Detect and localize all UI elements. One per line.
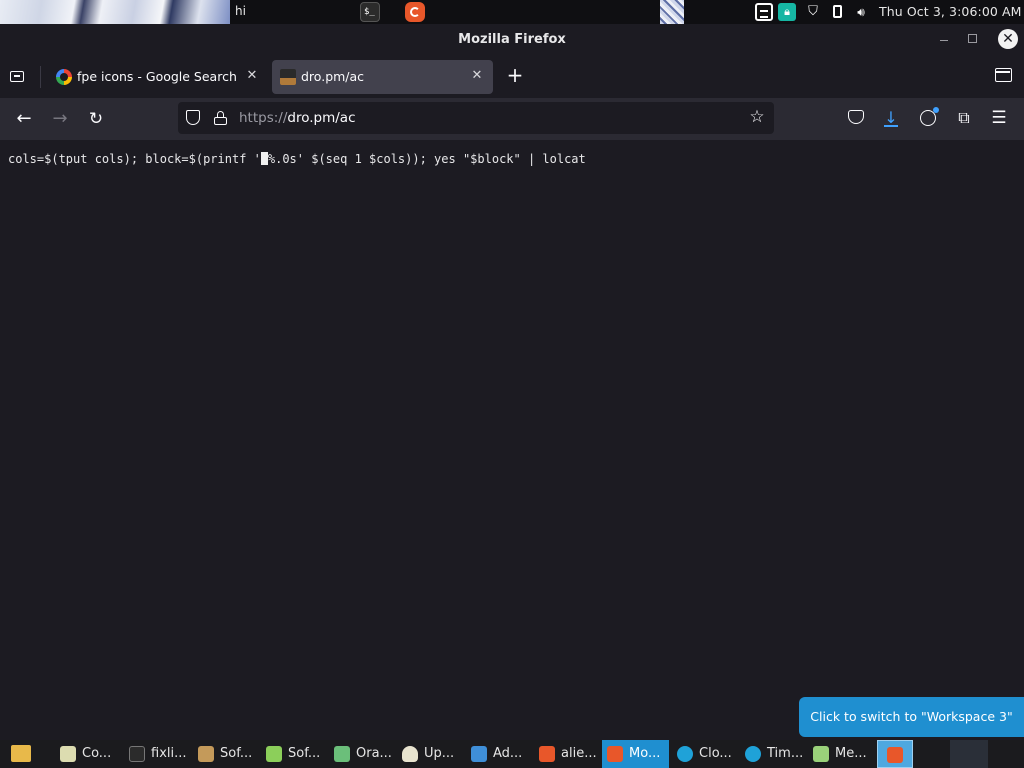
terminal-launcher-icon[interactable]: $_ — [360, 2, 380, 22]
extensions-icon[interactable]: ⧉ — [954, 108, 974, 128]
firefox-launcher-icon[interactable] — [405, 2, 425, 22]
workspace-tooltip: Click to switch to "Workspace 3" — [799, 697, 1024, 737]
taskbar-item[interactable]: Sof... — [193, 740, 257, 768]
taskbar-item-label: Mo... — [629, 746, 661, 761]
url-scheme: https:// — [239, 110, 288, 126]
taskbar-item-label: fixli... — [151, 746, 187, 761]
taskbar-item-label: alie... — [561, 746, 597, 761]
list-all-tabs-icon[interactable] — [995, 68, 1012, 82]
taskbar-item[interactable]: Sof... — [261, 740, 325, 768]
folder-icon — [11, 745, 31, 762]
url-bar[interactable]: https://dro.pm/ac ☆ — [178, 102, 774, 134]
firefox-icon — [887, 747, 903, 763]
taskbar-item-label: Clo... — [699, 746, 732, 761]
screen-share-icon[interactable] — [755, 3, 773, 21]
taskbar-item[interactable]: alie... — [534, 740, 598, 768]
tab-dropm[interactable]: dro.pm/ac ✕ — [272, 60, 493, 94]
taskbar-item[interactable]: Tim... — [740, 740, 804, 768]
new-tab-button[interactable]: + — [505, 65, 525, 85]
taskbar-item[interactable]: Ora... — [329, 740, 393, 768]
workspace-switcher[interactable] — [950, 740, 988, 768]
text-editor-icon — [60, 746, 76, 762]
terminal-icon — [129, 746, 145, 762]
workspace-thumbnail-small[interactable] — [660, 0, 684, 24]
taskbar-item[interactable]: Ad... — [466, 740, 530, 768]
clock-icon — [677, 746, 693, 762]
block-character — [260, 152, 268, 165]
admin-icon — [471, 746, 487, 762]
window-title: Mozilla Firefox — [458, 32, 566, 47]
window-titlebar[interactable]: Mozilla Firefox ✕ — [0, 24, 1024, 56]
taskbar-item[interactable]: Me... — [808, 740, 872, 768]
vpn-lock-icon[interactable]: 🔒︎ — [778, 3, 796, 21]
maximize-button[interactable] — [968, 34, 977, 43]
tracking-protection-icon[interactable] — [186, 110, 200, 126]
tab-label: dro.pm/ac — [301, 69, 365, 84]
virtualbox-icon — [334, 746, 350, 762]
taskbar-item-label: Up... — [424, 746, 455, 761]
memory-icon — [813, 746, 829, 762]
panel-window-label[interactable]: hi — [235, 4, 246, 18]
firefox-view-icon[interactable] — [10, 68, 28, 84]
navigation-toolbar: ← → ↻ https://dro.pm/ac ☆ ↓ ⧉ ☰ — [0, 98, 1024, 140]
minimize-button[interactable] — [938, 30, 952, 46]
taskbar-item[interactable]: Clo... — [672, 740, 736, 768]
tab-strip: fpe icons - Google Search ✕ dro.pm/ac ✕ … — [0, 56, 1024, 98]
downloads-icon[interactable]: ↓ — [881, 108, 901, 128]
google-icon — [56, 69, 72, 85]
command-text-end: %.0s' $(seq 1 $cols)); yes "$block" | lo… — [267, 152, 586, 166]
taskbar-item-label: Ora... — [356, 746, 392, 761]
back-button[interactable]: ← — [13, 108, 35, 130]
close-tab-icon[interactable]: ✕ — [469, 68, 485, 84]
taskbar-item-label: Tim... — [767, 746, 804, 761]
taskbar-item-label: Me... — [835, 746, 867, 761]
taskbar-item-label: Sof... — [220, 746, 253, 761]
command-text: cols=$(tput cols); block=$(printf ' %.0s'… — [8, 152, 586, 166]
device-icon[interactable] — [829, 3, 847, 21]
workspace-thumbnail[interactable] — [0, 0, 230, 24]
close-tab-icon[interactable]: ✕ — [244, 68, 260, 84]
shield-tray-icon[interactable]: ⛉ — [804, 3, 822, 21]
timer-icon — [745, 746, 761, 762]
reload-button[interactable]: ↻ — [85, 108, 107, 130]
taskbar-item[interactable]: fixli... — [124, 740, 190, 768]
bookmark-star-icon[interactable]: ☆ — [748, 108, 766, 126]
forward-button[interactable]: → — [49, 108, 71, 130]
volume-icon[interactable]: 🔊︎ — [852, 3, 870, 21]
pocket-icon[interactable] — [846, 108, 866, 128]
taskbar-item-label: Ad... — [493, 746, 523, 761]
page-content: cols=$(tput cols); block=$(printf ' %.0s'… — [0, 140, 1024, 740]
clock[interactable]: Thu Oct 3, 3:06:00 AM — [879, 4, 1022, 19]
update-manager-icon — [402, 746, 418, 762]
taskbar-item-label: Co... — [82, 746, 112, 761]
taskbar-item-label: Sof... — [288, 746, 321, 761]
taskbar-item-active[interactable]: Mo... — [602, 740, 669, 768]
firefox-icon — [607, 746, 623, 762]
system-top-panel: hi $_ 🔒︎ ⛉ 🔊︎ Thu Oct 3, 3:06:00 AM — [0, 0, 1024, 24]
dropm-favicon-icon — [280, 69, 296, 85]
tab-label: fpe icons - Google Search — [77, 69, 237, 84]
taskbar-item[interactable]: Co... — [55, 740, 119, 768]
files-launcher[interactable] — [6, 740, 40, 768]
taskbar-item[interactable]: Up... — [397, 740, 461, 768]
hamburger-menu-icon[interactable]: ☰ — [989, 108, 1009, 128]
taskbar: Co... fixli... Sof... Sof... Ora... Up..… — [0, 740, 1024, 768]
account-notification-dot — [933, 107, 939, 113]
software-sources-icon — [266, 746, 282, 762]
taskbar-item-firefox-preview[interactable] — [877, 740, 913, 768]
tab-google-search[interactable]: fpe icons - Google Search ✕ — [48, 60, 268, 94]
tab-separator — [40, 66, 41, 88]
software-icon — [198, 746, 214, 762]
close-window-button[interactable]: ✕ — [998, 29, 1018, 49]
url-text[interactable]: https://dro.pm/ac — [239, 110, 356, 126]
firefox-icon — [539, 746, 555, 762]
command-text-start: cols=$(tput cols); block=$(printf ' — [8, 152, 261, 166]
url-host-path: dro.pm/ac — [287, 110, 356, 126]
padlock-icon[interactable] — [214, 111, 227, 125]
